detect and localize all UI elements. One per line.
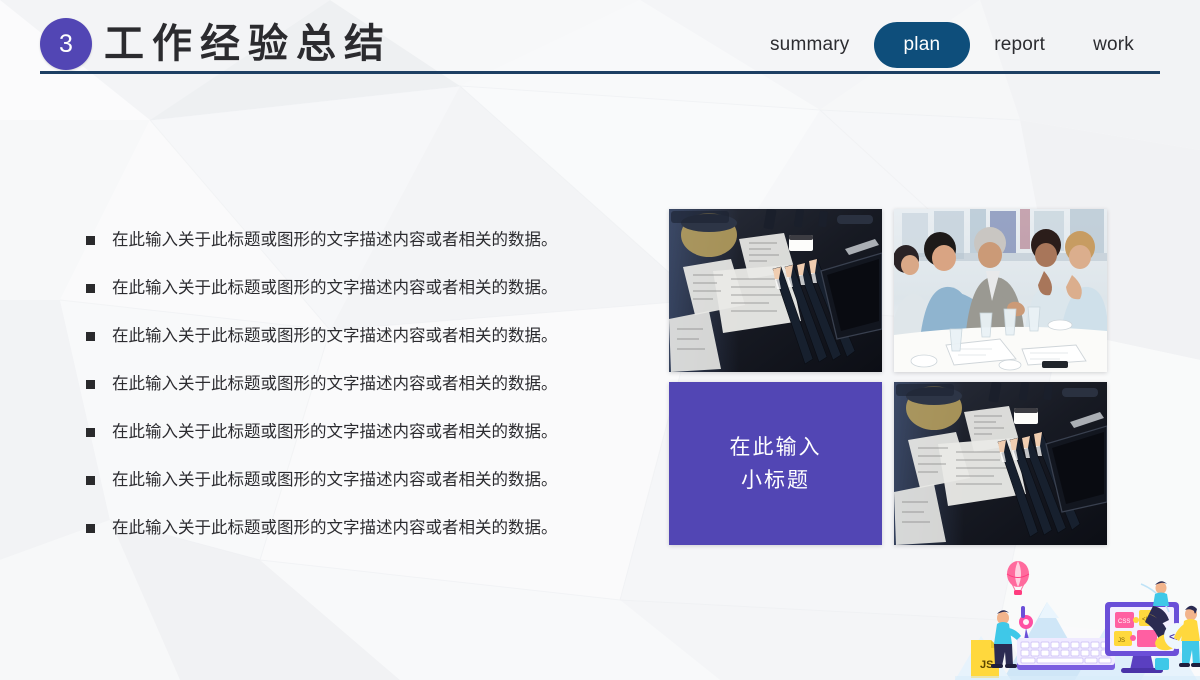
list-item-text: 在此输入关于此标题或图形的文字描述内容或者相关的数据。 <box>112 470 558 489</box>
list-item: 在此输入关于此标题或图形的文字描述内容或者相关的数据。 <box>86 372 656 420</box>
media-grid: 在此输入 小标题 <box>669 209 1107 546</box>
puzzle-css-label: CSS <box>1118 619 1130 625</box>
nav-item-work[interactable]: work <box>1069 19 1158 71</box>
media-cell-caption-tile[interactable]: 在此输入 小标题 <box>669 382 882 545</box>
keyboard-icon <box>1017 638 1115 670</box>
slide-header: 3 工作经验总结 summary plan report work <box>0 0 1200 82</box>
square-bullet-icon <box>86 524 95 533</box>
nav-item-summary[interactable]: summary <box>746 19 874 71</box>
list-item: 在此输入关于此标题或图形的文字描述内容或者相关的数据。 <box>86 228 656 276</box>
list-item-text: 在此输入关于此标题或图形的文字描述内容或者相关的数据。 <box>112 422 558 441</box>
puzzle-js-label: JS <box>1118 638 1125 644</box>
square-bullet-icon <box>86 380 95 389</box>
section-number: 3 <box>59 29 73 58</box>
nav-item-plan[interactable]: plan <box>873 22 971 68</box>
web-development-illustration: JS CSS JS <box>955 561 1200 680</box>
desk-photo-image <box>669 209 882 372</box>
media-cell-meeting-photo[interactable] <box>894 209 1107 372</box>
square-bullet-icon <box>86 236 95 245</box>
list-item: 在此输入关于此标题或图形的文字描述内容或者相关的数据。 <box>86 276 656 324</box>
title-underline-rule <box>40 71 1160 74</box>
section-nav: summary plan report work <box>746 19 1158 71</box>
square-bullet-icon <box>86 332 95 341</box>
list-item-text: 在此输入关于此标题或图形的文字描述内容或者相关的数据。 <box>112 374 558 393</box>
list-item: 在此输入关于此标题或图形的文字描述内容或者相关的数据。 <box>86 420 656 468</box>
slide: 3 工作经验总结 summary plan report work 在此输入关于… <box>0 0 1200 680</box>
list-item-text: 在此输入关于此标题或图形的文字描述内容或者相关的数据。 <box>112 230 558 249</box>
list-item-text: 在此输入关于此标题或图形的文字描述内容或者相关的数据。 <box>112 518 558 537</box>
section-number-badge: 3 <box>40 18 92 70</box>
list-item: 在此输入关于此标题或图形的文字描述内容或者相关的数据。 <box>86 516 656 564</box>
square-bullet-icon <box>86 428 95 437</box>
list-item-text: 在此输入关于此标题或图形的文字描述内容或者相关的数据。 <box>112 278 558 297</box>
desk-photo-image <box>894 382 1107 545</box>
list-item: 在此输入关于此标题或图形的文字描述内容或者相关的数据。 <box>86 468 656 516</box>
hot-air-balloon-icon <box>1006 561 1030 595</box>
list-item: 在此输入关于此标题或图形的文字描述内容或者相关的数据。 <box>86 324 656 372</box>
business-meeting-image <box>894 209 1107 372</box>
list-item-text: 在此输入关于此标题或图形的文字描述内容或者相关的数据。 <box>112 326 558 345</box>
media-cell-desk-photo-top-left[interactable] <box>669 209 882 372</box>
media-cell-desk-photo-bottom-right[interactable] <box>894 382 1107 545</box>
caption-block: 在此输入 小标题 <box>669 382 882 545</box>
square-bullet-icon <box>86 476 95 485</box>
bullet-list: 在此输入关于此标题或图形的文字描述内容或者相关的数据。 在此输入关于此标题或图形… <box>86 228 656 564</box>
caption-line-1: 在此输入 <box>729 434 822 459</box>
page-title: 工作经验总结 <box>104 21 392 67</box>
square-bullet-icon <box>86 284 95 293</box>
caption-line-2: 小标题 <box>741 467 810 492</box>
nav-item-report[interactable]: report <box>970 19 1069 71</box>
